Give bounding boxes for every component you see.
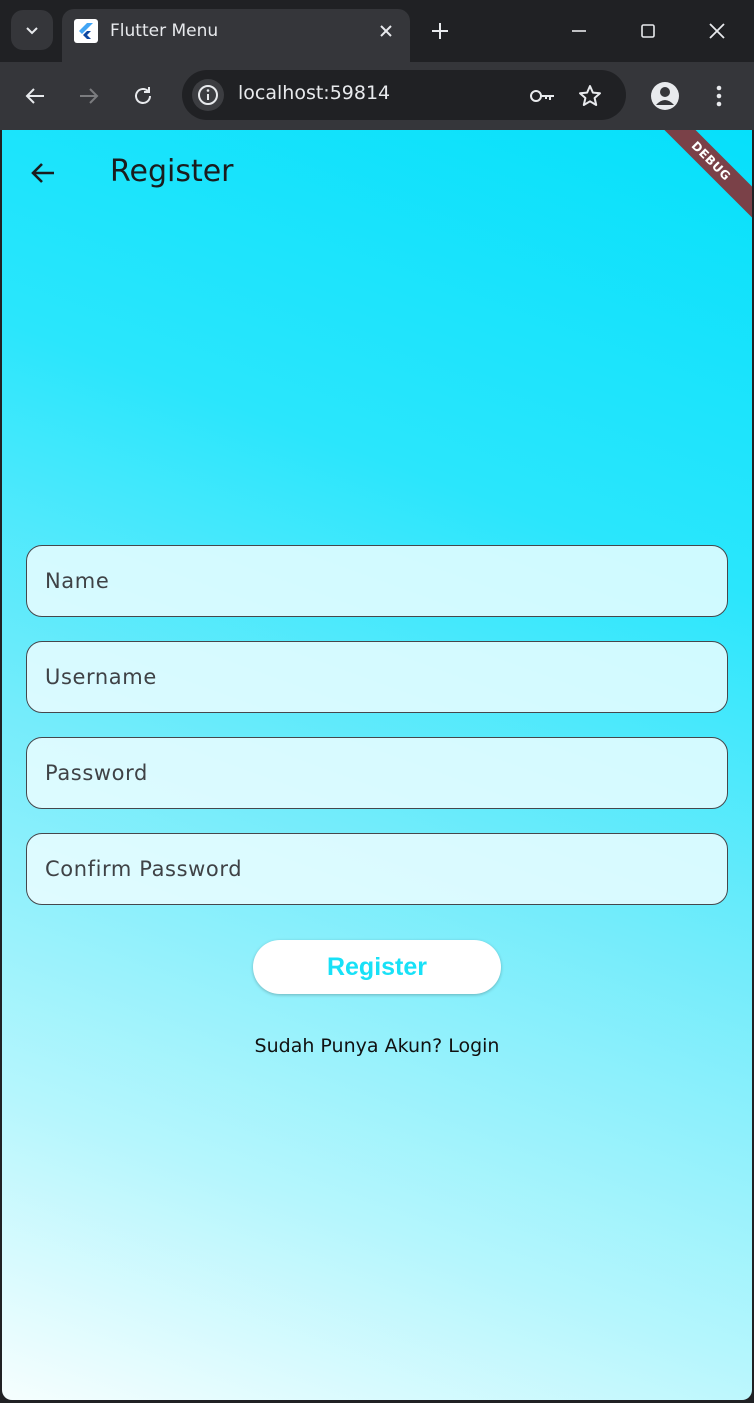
address-bar[interactable]: localhost:59814 (182, 70, 626, 120)
reload-button[interactable] (125, 78, 161, 114)
arrow-back-icon (31, 163, 54, 183)
more-vert-icon (716, 85, 722, 107)
browser-tab[interactable]: Flutter Menu (62, 9, 410, 62)
forward-nav-button[interactable] (71, 78, 107, 114)
arrow-left-icon (25, 88, 44, 104)
flutter-logo-icon (74, 19, 98, 43)
name-field[interactable] (26, 545, 728, 617)
arrow-right-icon (80, 88, 99, 104)
app-viewport: Register DEBUG Register Sudah Punya Akun… (2, 130, 752, 1400)
reload-icon (135, 87, 151, 104)
register-button-label: Register (326, 952, 428, 981)
minimize-icon (572, 30, 586, 32)
info-icon (198, 85, 218, 105)
password-input[interactable] (27, 738, 727, 808)
app-bar: Register (2, 130, 752, 216)
new-tab-button[interactable] (425, 16, 455, 46)
window-close-button[interactable] (697, 12, 737, 50)
close-icon (380, 25, 392, 37)
minimize-button[interactable] (559, 12, 599, 50)
key-icon (530, 90, 554, 102)
maximize-button[interactable] (628, 12, 668, 50)
url-text[interactable]: localhost:59814 (238, 82, 390, 104)
confirm-password-input[interactable] (27, 834, 727, 904)
avatar-icon (651, 82, 679, 110)
star-icon (579, 85, 601, 106)
tab-title: Flutter Menu (110, 21, 219, 41)
password-field[interactable] (26, 737, 728, 809)
browser-menu-button[interactable] (701, 78, 737, 114)
name-input[interactable] (27, 546, 727, 616)
bookmark-button[interactable] (576, 82, 604, 110)
plus-icon (432, 23, 448, 39)
confirm-password-field[interactable] (26, 833, 728, 905)
browser-toolbar: localhost:59814 (0, 62, 754, 130)
register-button[interactable]: Register (253, 940, 501, 994)
login-link[interactable]: Sudah Punya Akun? Login (2, 1035, 752, 1057)
chevron-down-icon (26, 27, 38, 35)
username-input[interactable] (27, 642, 727, 712)
close-icon (709, 23, 725, 39)
back-nav-button[interactable] (17, 78, 53, 114)
tab-search-button[interactable] (11, 10, 53, 50)
browser-tabstrip: Flutter Menu (0, 0, 754, 62)
profile-button[interactable] (647, 78, 683, 114)
site-info-button[interactable] (192, 79, 224, 111)
back-button[interactable] (22, 152, 64, 194)
tab-close-button[interactable] (374, 19, 398, 43)
page-title: Register (110, 154, 234, 189)
username-field[interactable] (26, 641, 728, 713)
password-key-button[interactable] (528, 82, 556, 110)
maximize-icon (641, 24, 655, 38)
